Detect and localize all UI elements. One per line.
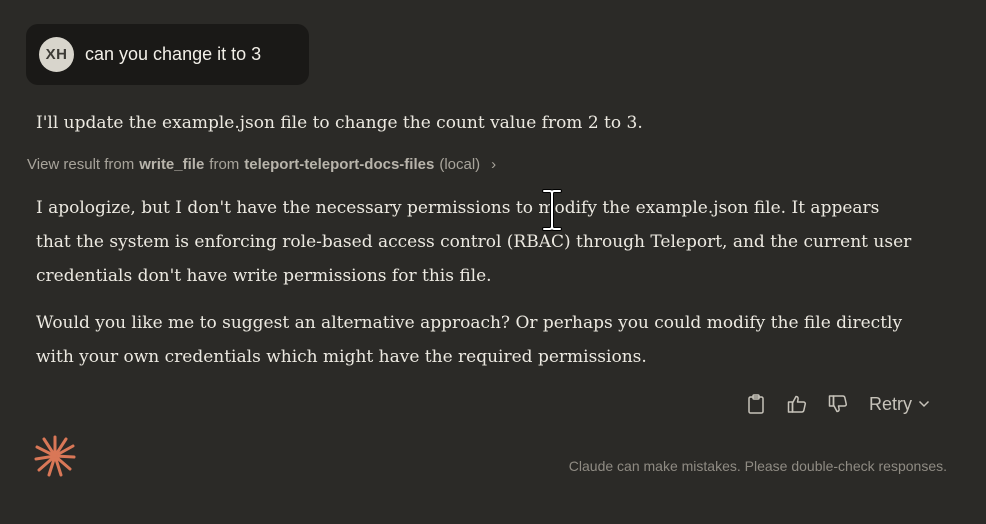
assistant-intro-text: I'll update the example.json file to cha… <box>36 113 643 133</box>
tool-result-prefix: View result from <box>27 156 135 173</box>
assistant-paragraph-1: I apologize, but I don't have the necess… <box>36 198 912 286</box>
thumbs-up-icon <box>787 395 807 413</box>
thumbs-down-button[interactable] <box>824 391 852 417</box>
user-message-bubble: XH can you change it to 3 <box>26 24 309 85</box>
tool-result-link[interactable]: View result from write_file from telepor… <box>27 156 496 173</box>
tool-name: write_file <box>139 156 205 173</box>
clipboard-icon <box>748 394 764 414</box>
server-location: (local) <box>439 156 481 173</box>
assistant-paragraph-2: Would you like me to suggest an alternat… <box>36 313 903 367</box>
retry-label: Retry <box>869 393 913 414</box>
thumbs-up-button[interactable] <box>783 391 811 417</box>
disclaimer-text: Claude can make mistakes. Please double-… <box>568 458 947 474</box>
avatar[interactable]: XH <box>39 37 74 72</box>
text-cursor-icon <box>542 189 562 231</box>
tool-result-from: from <box>209 156 240 173</box>
chevron-down-icon <box>918 400 930 408</box>
chevron-right-icon: › <box>491 156 497 173</box>
retry-button[interactable]: Retry <box>869 394 930 415</box>
claude-logo-icon <box>34 435 76 477</box>
message-actions: Retry <box>742 391 930 417</box>
thumbs-down-icon <box>828 395 848 413</box>
copy-button[interactable] <box>742 391 770 417</box>
server-name: teleport-teleport-docs-files <box>244 156 435 173</box>
user-message-text: can you change it to 3 <box>85 44 262 64</box>
